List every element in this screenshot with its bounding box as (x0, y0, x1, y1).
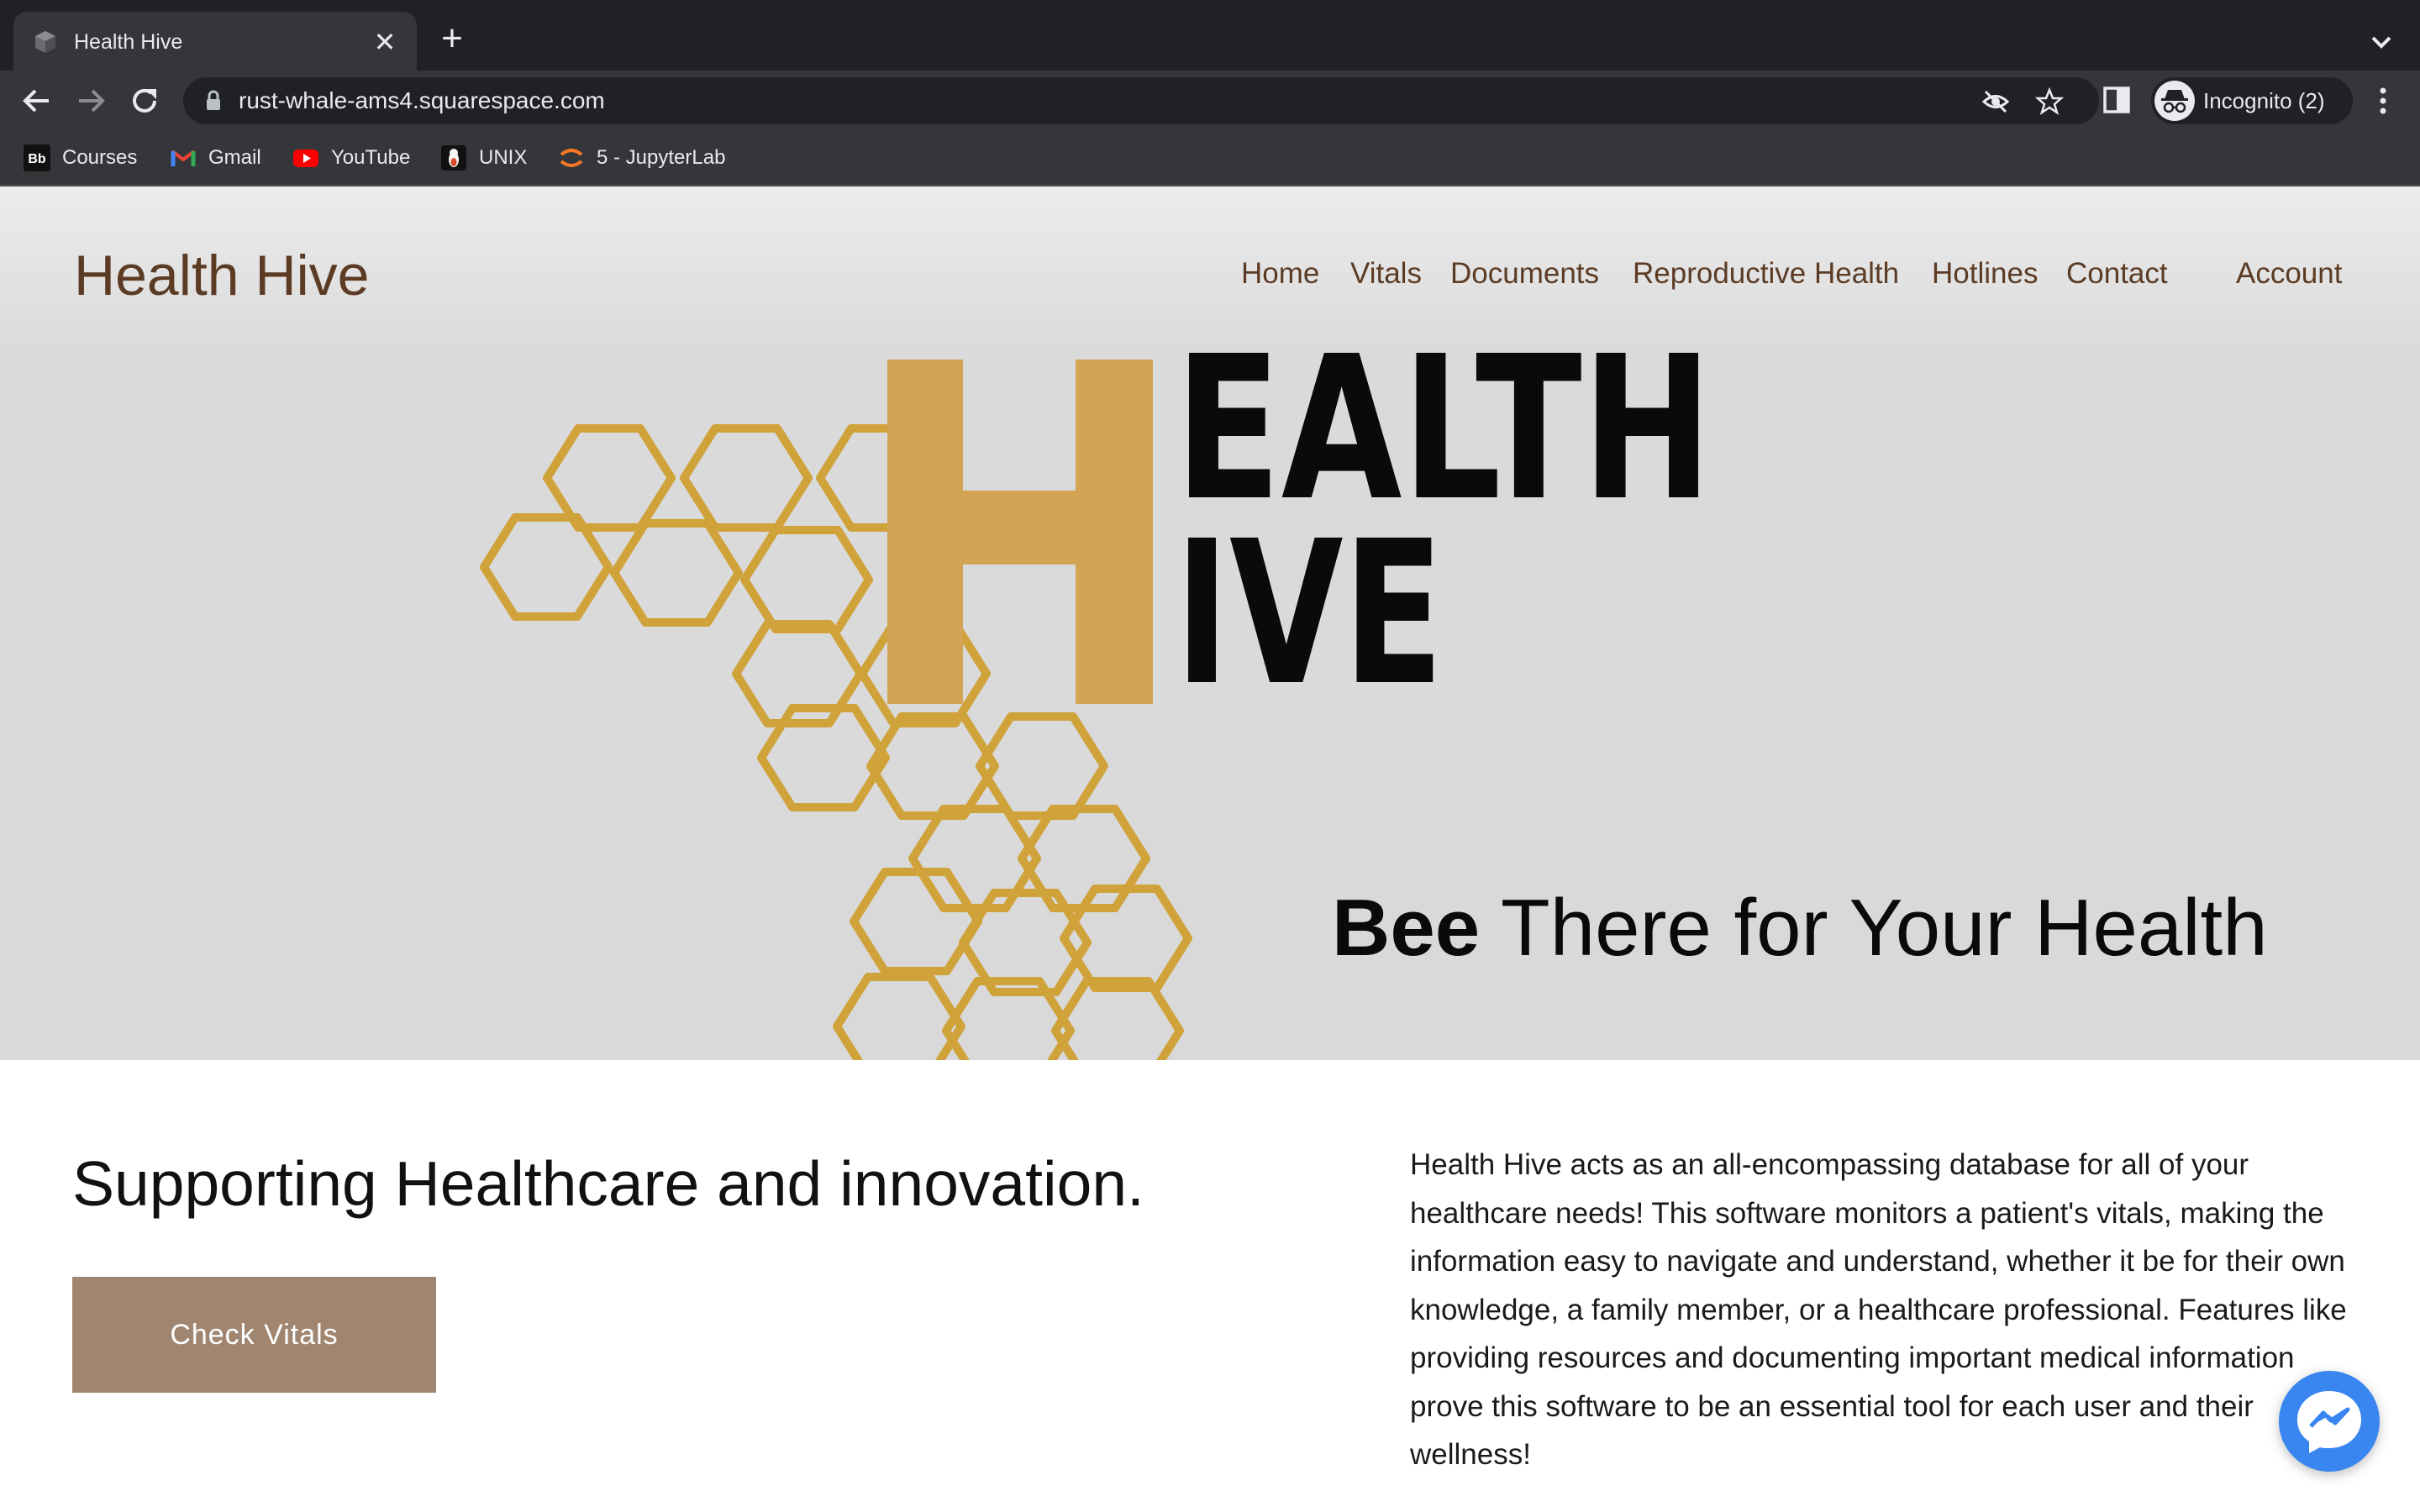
check-vitals-button[interactable]: Check Vitals (72, 1277, 436, 1393)
svg-text:Bb: Bb (28, 152, 46, 166)
address-bar[interactable]: rust-whale-ams4.squarespace.com (183, 77, 2099, 124)
browser-tab-active[interactable]: Health Hive ✕ (13, 12, 417, 71)
tagline-bold: Bee (1332, 883, 1481, 973)
intro-section: Supporting Healthcare and innovation. Ch… (0, 1060, 2420, 1512)
tab-title: Health Hive (74, 30, 183, 54)
honeycomb-cell (610, 519, 743, 627)
honeycomb-cell (740, 526, 873, 633)
nav-vitals[interactable]: Vitals (1350, 255, 1422, 292)
bookmark-courses[interactable]: Bb Courses (24, 143, 137, 173)
bookmark-youtube[interactable]: YouTube (292, 143, 410, 173)
bookmark-gmail[interactable]: Gmail (170, 143, 261, 173)
tab-close-icon[interactable]: ✕ (370, 27, 400, 57)
bookmark-label: Courses (62, 146, 138, 169)
hero-banner: EALTH IVE Health Hive Home Vitals Docume… (0, 186, 2420, 1060)
kebab-menu-icon[interactable] (2368, 84, 2398, 118)
honeycomb-cell (480, 513, 613, 621)
nav-reproductive-health[interactable]: Reproductive Health (1633, 255, 1899, 292)
eye-slash-icon[interactable] (1981, 87, 2010, 116)
back-arrow-icon[interactable] (18, 82, 55, 119)
bookmark-unix[interactable]: UNIX (440, 143, 527, 173)
site-navigation: Home Vitals Documents Reproductive Healt… (0, 255, 2420, 297)
honeycomb-cell (1051, 977, 1184, 1060)
reload-icon[interactable] (126, 82, 163, 119)
nav-home[interactable]: Home (1241, 255, 1319, 292)
cube-favicon-icon (35, 31, 55, 53)
lock-icon[interactable] (202, 89, 225, 113)
browser-toolbar: rust-whale-ams4.squarespace.com Incognit… (0, 71, 2420, 131)
jupyter-icon (560, 149, 583, 167)
messenger-chat-button[interactable] (2279, 1371, 2380, 1472)
profile-label: Incognito (2) (2203, 88, 2325, 113)
bookmark-label: UNIX (479, 146, 528, 169)
nav-contact[interactable]: Contact (2066, 255, 2168, 292)
tagline-rest: There for Your Health (1480, 883, 2268, 973)
bookmark-star-icon[interactable] (2035, 87, 2064, 116)
blackboard-icon: Bb (24, 144, 50, 171)
messenger-icon (2297, 1391, 2361, 1453)
logo-h-crossbar (887, 491, 1153, 564)
nav-documents[interactable]: Documents (1450, 255, 1599, 292)
incognito-icon (2154, 81, 2195, 121)
nav-hotlines[interactable]: Hotlines (1932, 255, 2038, 292)
side-panel-icon[interactable] (2101, 84, 2133, 116)
new-tab-button[interactable]: + (434, 20, 471, 59)
logo-text-ive: IVE (1175, 498, 1444, 729)
bookmark-label: 5 - JupyterLab (597, 146, 726, 169)
honeycomb-cell (543, 424, 676, 532)
section-headline: Supporting Healthcare and innovation. (72, 1148, 1144, 1219)
gmail-icon (171, 150, 196, 166)
honeycomb-cell (833, 973, 965, 1060)
description-paragraph: Health Hive acts as an all-encompassing … (1410, 1148, 2347, 1471)
nav-account[interactable]: Account (2236, 255, 2342, 292)
bookmark-label: Gmail (208, 146, 261, 169)
forward-arrow-icon[interactable] (72, 82, 109, 119)
youtube-icon (293, 150, 318, 167)
honeycomb-cell (850, 868, 982, 975)
bookmark-label: YouTube (331, 146, 411, 169)
url-text[interactable]: rust-whale-ams4.squarespace.com (239, 87, 605, 114)
browser-tab-strip: Health Hive ✕ + (0, 0, 2420, 71)
hero-tagline: Bee There for Your Health (1332, 882, 2268, 974)
honeycomb-cell (680, 424, 813, 532)
unix-icon (441, 145, 466, 171)
bookmark-jupyterlab[interactable]: 5 - JupyterLab (558, 143, 725, 173)
bookmarks-bar: Bb Courses Gmail YouTube UNIX 5 - Jupyte… (0, 131, 2420, 186)
incognito-profile-button[interactable]: Incognito (2) (2151, 77, 2353, 124)
tab-search-chevron-icon[interactable] (2365, 25, 2398, 59)
